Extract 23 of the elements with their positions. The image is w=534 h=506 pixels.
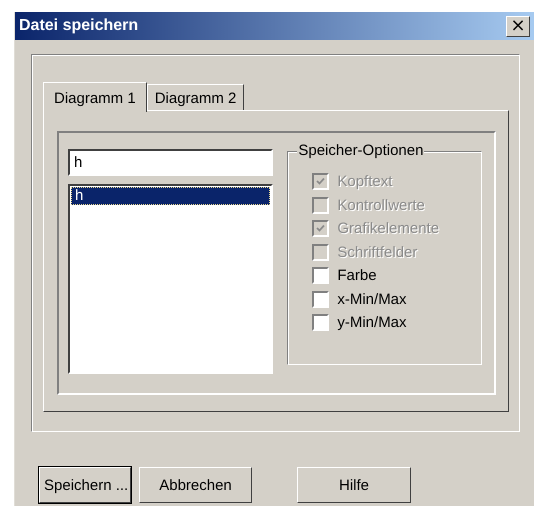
dialog-button[interactable]: Hilfe (297, 467, 411, 503)
check-icon (316, 224, 326, 234)
name-field[interactable]: h (68, 149, 274, 176)
checkbox-label: Schriftfelder (337, 244, 418, 261)
checkbox-label: y-Min/Max (337, 314, 407, 332)
checkbox-label: Farbe (337, 267, 377, 284)
checkbox-label: x-Min/Max (337, 290, 407, 308)
dialog-button[interactable]: Speichern ... (39, 467, 131, 503)
group-title: Speicher-Optionen (297, 143, 424, 159)
checkbox[interactable] (312, 314, 330, 332)
window-title: Datei speichern (19, 17, 138, 35)
close-button[interactable]: × (506, 16, 530, 36)
dialog-button[interactable]: Abbrechen (139, 467, 252, 503)
tab[interactable]: Diagramm 1 (43, 82, 147, 112)
check-icon (316, 177, 326, 186)
list-item[interactable]: h (71, 187, 270, 205)
checkbox-label: Kontrollwerte (337, 196, 425, 214)
checkbox-label: Kopftext (337, 173, 392, 190)
list-box[interactable]: h (68, 184, 274, 374)
checkbox-label: Grafikelemente (337, 220, 440, 238)
checkbox[interactable] (312, 267, 330, 284)
checkbox[interactable] (312, 290, 330, 308)
tab[interactable]: Diagramm 2 (146, 84, 244, 110)
